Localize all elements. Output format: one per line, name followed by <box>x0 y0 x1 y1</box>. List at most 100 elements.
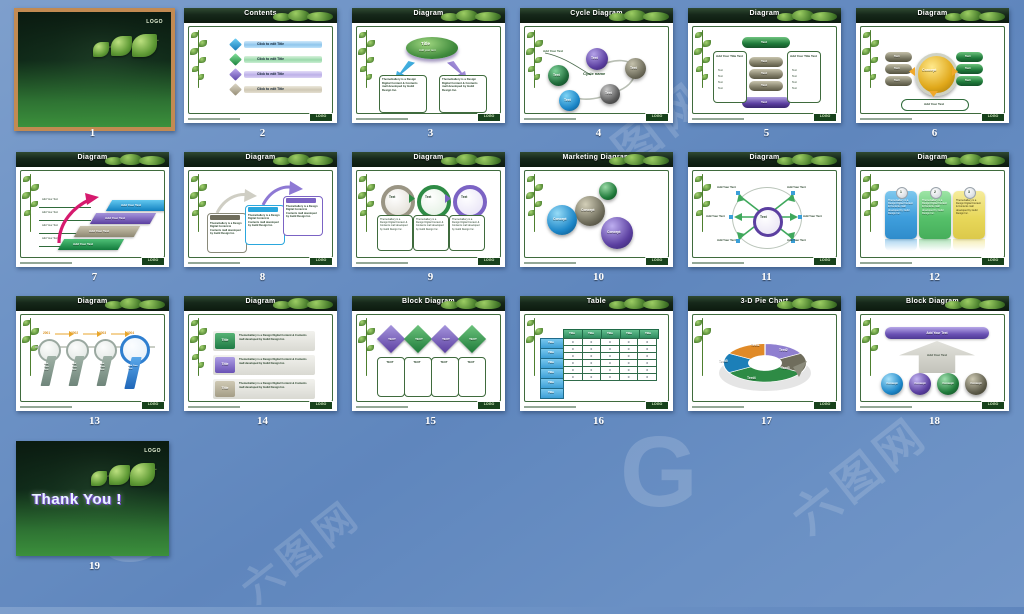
magnifier-label-2: Add Your Text <box>72 363 77 371</box>
slide-number-13: 13 <box>89 415 100 427</box>
logo-label: LOGO <box>987 114 999 118</box>
left-title-label: Add Your Title Text <box>716 54 743 58</box>
radial-center[interactable] <box>753 207 783 237</box>
slide-cell-12[interactable]: Diagram 1 ThemeGallery is a Design Digit… <box>856 152 1013 283</box>
slide-cell-9[interactable]: Diagram Text Text Text ThemeGallery is a… <box>352 152 509 283</box>
vine-icon <box>526 172 546 234</box>
list-tag-label-1: Title <box>221 338 229 342</box>
magnifier-label-4: Add Your Text <box>128 365 138 370</box>
slide-cell-1[interactable]: LOGO 1 <box>14 8 175 139</box>
slide-4-thumbnail[interactable]: Cycle Diagram Add Your Text Cycle name T… <box>520 8 673 123</box>
slide-3-body: Title Add your text ThemeGallery is a De… <box>356 26 501 114</box>
slide-cell-2[interactable]: Contents Click to edit Title Click to ed… <box>184 8 341 139</box>
right-cyl-label-3: Text <box>965 78 971 82</box>
slide-17-thumbnail[interactable]: 3-D Pie Chart Text1 Text2 Text3 Text4 Te… <box>688 296 841 411</box>
slide-16-footer: LOGO <box>524 401 669 410</box>
table-row-label-5: Title <box>547 380 555 384</box>
slide-7-thumbnail[interactable]: Diagram Add Your Text Add Your Text Add … <box>16 152 169 267</box>
slide-cell-16[interactable]: Table Title Title Title Title Title Titl… <box>520 296 677 427</box>
slide-10-thumbnail[interactable]: Marketing Diagram Concept Concept Concep… <box>520 152 673 267</box>
cycle-connector-lines <box>544 52 636 100</box>
slide-number-6: 6 <box>931 127 938 139</box>
radial-label-4: Add Your Text <box>803 214 822 218</box>
block-box-label-1: TEXT <box>386 360 394 364</box>
slide-number-8: 8 <box>259 271 266 283</box>
vine-icon <box>862 172 882 234</box>
slide-cell-19[interactable]: LOGO Thank You ! 19 <box>16 441 173 572</box>
table-cell: 0 <box>600 345 620 353</box>
radial-node-3[interactable] <box>729 215 733 219</box>
slide-2-footer: LOGO <box>188 113 333 122</box>
slide-9-body: Text Text Text ThemeGallery is a Design … <box>356 170 501 258</box>
slide-12-logo: LOGO <box>981 257 1005 266</box>
slide-16-thumbnail[interactable]: Table Title Title Title Title Title Titl… <box>520 296 673 411</box>
slide-19-thank-you-slide[interactable]: LOGO Thank You ! <box>16 441 169 556</box>
stack-label-3: Text <box>761 83 767 87</box>
table-cell: 0 <box>618 359 639 367</box>
radial-node-2[interactable] <box>791 191 795 195</box>
slide-9-thumbnail[interactable]: Diagram Text Text Text ThemeGallery is a… <box>352 152 505 267</box>
slide-3-thumbnail[interactable]: Diagram Title Add your text ThemeGallery… <box>352 8 505 123</box>
ring-3[interactable] <box>453 185 487 219</box>
text-box-1-label: ThemeGallery is a Design Digital Content… <box>380 218 408 231</box>
slide-cell-14[interactable]: Diagram Title ThemeGallery is a Design D… <box>184 296 341 427</box>
slide-14-thumbnail[interactable]: Diagram Title ThemeGallery is a Design D… <box>184 296 337 411</box>
magnifier-label-1: Add Your Text <box>44 363 49 371</box>
radial-node-4[interactable] <box>798 215 802 219</box>
slide-cell-4[interactable]: Cycle Diagram Add Your Text Cycle name T… <box>520 8 677 139</box>
slide-13-thumbnail[interactable]: Diagram 2001 2002 2003 2004 Add Your Tex… <box>16 296 169 411</box>
slide-9-logo: LOGO <box>477 257 501 266</box>
slide-cell-8[interactable]: Diagram ThemeGallery is a Design Digital… <box>184 152 341 283</box>
slide-cell-18[interactable]: Block Diagram Add Your Text Add Your Tex… <box>856 296 1013 427</box>
concept-circle[interactable] <box>915 53 958 96</box>
radial-node-1[interactable] <box>736 191 740 195</box>
slide-12-thumbnail[interactable]: Diagram 1 ThemeGallery is a Design Digit… <box>856 152 1009 267</box>
table-col-label-5: Title <box>644 331 652 335</box>
slide-18-footer: LOGO <box>860 401 1005 410</box>
slide-8-footer: LOGO <box>188 257 333 266</box>
ring-2-label: Text <box>425 195 432 199</box>
diamond-marker-1 <box>229 38 242 51</box>
slide-11-thumbnail[interactable]: Diagram Text Add Your Text Add Your Text… <box>688 152 841 267</box>
slide-4-header: Cycle Diagram <box>520 8 673 23</box>
logo-label: LOGO <box>315 258 327 262</box>
slide-cell-6[interactable]: Diagram Concept Text Text Text Text Text… <box>856 8 1013 139</box>
slide-cell-10[interactable]: Marketing Diagram Concept Concept Concep… <box>520 152 677 283</box>
table-row-label-1: Title <box>547 340 555 344</box>
block-box-label-4: TEXT <box>467 360 475 364</box>
text-box-2-label: ThemeGallery is a Design Digital Content… <box>416 218 444 231</box>
radial-node-5[interactable] <box>736 239 740 243</box>
table-row-label-6: Title <box>547 390 555 394</box>
slide-18-thumbnail[interactable]: Block Diagram Add Your Text Add Your Tex… <box>856 296 1009 411</box>
slide-5-header: Diagram <box>688 8 841 23</box>
slide-4-footer: LOGO <box>524 113 669 122</box>
text-box-left-label: ThemeGallery is a Design Digital Content… <box>382 77 418 92</box>
left-cyl-label-2: Text <box>894 66 900 70</box>
block-box-label-3: TEXT <box>440 360 448 364</box>
slide-cell-5[interactable]: Diagram Text Text Text Text Text Add You… <box>688 8 845 139</box>
slide-cell-7[interactable]: Diagram Add Your Text Add Your Text Add … <box>16 152 173 283</box>
slide-cell-3[interactable]: Diagram Title Add your text ThemeGallery… <box>352 8 509 139</box>
slide-8-thumbnail[interactable]: Diagram ThemeGallery is a Design Digital… <box>184 152 337 267</box>
pie-chart-graphic[interactable] <box>693 315 837 401</box>
slide-13-logo: LOGO <box>141 401 165 410</box>
slide-cell-17[interactable]: 3-D Pie Chart Text1 Text2 Text3 Text4 Te… <box>688 296 845 427</box>
slide-2-thumbnail[interactable]: Contents Click to edit Title Click to ed… <box>184 8 337 123</box>
slide-cell-13[interactable]: Diagram 2001 2002 2003 2004 Add Your Tex… <box>16 296 173 427</box>
slide-number-3: 3 <box>427 127 434 139</box>
slide-6-thumbnail[interactable]: Diagram Concept Text Text Text Text Text… <box>856 8 1009 123</box>
slide-number-16: 16 <box>593 415 604 427</box>
slide-1-title-slide[interactable]: LOGO <box>14 8 175 131</box>
cycle-node-1-label: Text <box>591 56 598 60</box>
slide-12-header: Diagram <box>856 152 1009 167</box>
slide-5-thumbnail[interactable]: Diagram Text Text Text Text Text Add You… <box>688 8 841 123</box>
card-body-1: ThemeGallery is a Design Digital Content… <box>888 199 913 215</box>
slide-cell-11[interactable]: Diagram Text Add Your Text Add Your Text… <box>688 152 845 283</box>
table-grid[interactable]: 00000 00000 00000 00000 00000 00000 <box>563 338 657 381</box>
marketing-sphere-green[interactable] <box>599 182 617 200</box>
slide-cell-15[interactable]: Block Diagram TEXT TEXT TEXT TEXT TEXT T… <box>352 296 509 427</box>
table-cell: 0 <box>618 366 639 374</box>
right-cyl-label-2: Text <box>965 66 971 70</box>
slide-15-thumbnail[interactable]: Block Diagram TEXT TEXT TEXT TEXT TEXT T… <box>352 296 505 411</box>
top-cylinder-label: Text <box>761 40 767 44</box>
